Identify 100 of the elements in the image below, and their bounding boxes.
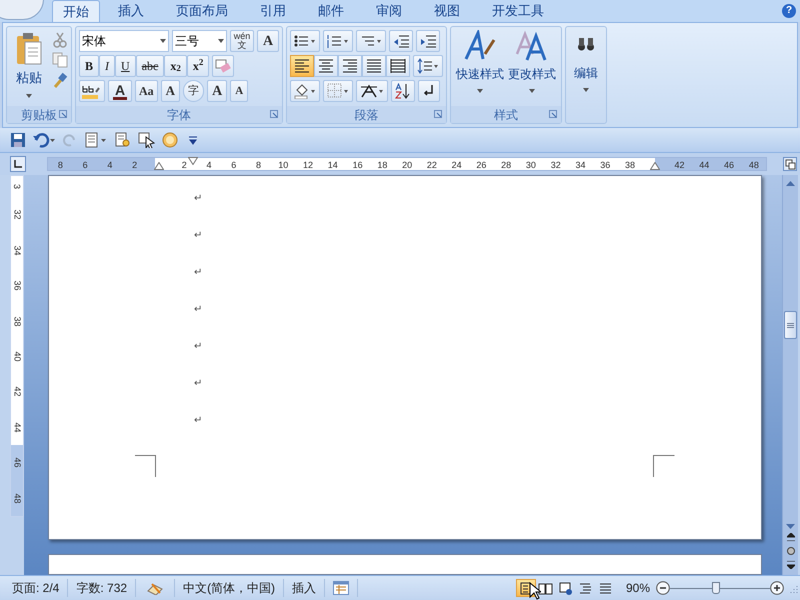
vertical-scrollbar[interactable]: [782, 175, 798, 575]
ruler-number: 6: [231, 159, 236, 170]
shrink-font-button[interactable]: A: [230, 80, 248, 102]
dialog-launcher-icon[interactable]: [270, 110, 278, 118]
macro-icon[interactable]: [333, 581, 350, 595]
ruler-number: 20: [402, 159, 412, 170]
distributed-button[interactable]: [386, 55, 410, 77]
quick-styles-button[interactable]: 快速样式: [454, 30, 506, 106]
ribbon-tab[interactable]: 引用: [246, 0, 300, 22]
disc-icon[interactable]: [162, 132, 178, 148]
shading-button[interactable]: [290, 80, 320, 102]
decrease-indent-button[interactable]: [389, 30, 413, 52]
view-icon: [598, 580, 614, 596]
brush-letter-icon: [463, 30, 497, 62]
slider-thumb[interactable]: [712, 582, 720, 594]
font-size-field[interactable]: 三号: [172, 30, 227, 52]
zoom-slider[interactable]: [670, 581, 770, 595]
view-icon: [578, 580, 594, 596]
ribbon-tab[interactable]: 插入: [104, 0, 158, 22]
italic-button[interactable]: I: [99, 55, 116, 77]
sort-button[interactable]: [391, 80, 415, 102]
dropdown-arrow-icon: [160, 39, 166, 43]
ruler-number: 2: [132, 159, 138, 170]
view-ruler-icon[interactable]: [783, 157, 797, 171]
change-styles-button[interactable]: 更改样式: [506, 30, 558, 106]
decrease-indent-icon: [393, 34, 409, 48]
view-icon: [538, 580, 554, 596]
resize-grip-icon[interactable]: [788, 583, 798, 593]
browse-object-icon[interactable]: [786, 547, 794, 555]
undo-icon[interactable]: [32, 132, 56, 148]
character-shading-button[interactable]: A: [160, 80, 180, 102]
next-page-icon[interactable]: [786, 561, 794, 569]
select-cursor-icon[interactable]: [138, 132, 156, 148]
ruler-number: 8: [58, 159, 63, 170]
highlighter-icon: [82, 83, 102, 99]
numbering-button[interactable]: [323, 30, 353, 52]
scrollbar-thumb[interactable]: [784, 311, 797, 339]
ribbon-tab[interactable]: 审阅: [362, 0, 416, 22]
ruler-number: 10: [278, 159, 288, 170]
ribbon-tab[interactable]: 页面布局: [162, 0, 242, 22]
ribbon-tab[interactable]: 邮件: [304, 0, 358, 22]
first-line-indent-icon[interactable]: [188, 157, 198, 165]
ribbon-tab[interactable]: 视图: [420, 0, 474, 22]
dialog-launcher-icon[interactable]: [59, 110, 67, 118]
ribbon-tab[interactable]: 开发工具: [478, 0, 558, 22]
justify-button[interactable]: [362, 55, 386, 77]
brush-icon[interactable]: [52, 72, 68, 88]
show-marks-button[interactable]: [418, 80, 440, 102]
ruler-number: 12: [303, 159, 314, 170]
font-name-field[interactable]: 宋体: [79, 30, 169, 52]
clear-formatting-button[interactable]: [212, 55, 234, 77]
enclose-characters-button[interactable]: 字: [183, 80, 204, 102]
scroll-up-icon[interactable]: [786, 181, 795, 186]
clipboard-icon: [15, 32, 43, 66]
zoom-level[interactable]: 90%: [626, 579, 650, 597]
increase-indent-icon: [420, 34, 436, 48]
tab-stop-icon: [14, 160, 22, 168]
underline-button[interactable]: U: [115, 55, 136, 77]
align-right-button[interactable]: [338, 55, 362, 77]
zoom-in-icon[interactable]: [770, 581, 784, 595]
superscript-button[interactable]: x$^{2}$: [186, 55, 210, 77]
save-icon[interactable]: [10, 132, 26, 148]
tab-selector[interactable]: [10, 156, 26, 172]
page-count[interactable]: 页面: 2/4: [0, 579, 68, 597]
align-left-button[interactable]: [290, 55, 314, 77]
highlight-button[interactable]: [79, 80, 105, 102]
grow-font-button[interactable]: A: [207, 80, 228, 102]
language-status[interactable]: 中文(简体，中国): [175, 579, 284, 597]
indent-marker-icon[interactable]: [154, 162, 164, 170]
multilevel-list-button[interactable]: [356, 30, 386, 52]
print-preview-icon[interactable]: [114, 132, 132, 148]
scroll-down-icon[interactable]: [786, 524, 795, 529]
change-case-button[interactable]: Aa: [135, 80, 158, 102]
paste-button[interactable]: 粘贴: [10, 30, 48, 106]
document-icon[interactable]: [84, 132, 108, 148]
increase-indent-button[interactable]: [416, 30, 440, 52]
phonetic-guide-button[interactable]: wén 文: [230, 30, 254, 52]
subscript-button[interactable]: x$_{2}$: [164, 55, 187, 77]
customize-toolbar-icon[interactable]: [188, 135, 198, 145]
help-button[interactable]: ?: [782, 4, 796, 18]
previous-page-icon[interactable]: [786, 533, 794, 541]
dialog-launcher-icon[interactable]: [549, 110, 557, 118]
indent-marker-icon[interactable]: [650, 162, 660, 170]
paint-bucket-icon: [294, 83, 316, 99]
ribbon-tab[interactable]: 开始: [52, 0, 100, 22]
bullets-button[interactable]: [290, 30, 320, 52]
line-spacing-button[interactable]: [413, 55, 443, 77]
paragraph-mark: ↵: [194, 304, 202, 315]
character-border-button[interactable]: A: [257, 30, 279, 52]
dialog-launcher-icon[interactable]: [434, 110, 442, 118]
asian-layout-button[interactable]: [356, 80, 388, 102]
strikethrough-button[interactable]: abc: [136, 55, 164, 77]
bold-button[interactable]: B: [79, 55, 100, 77]
font-color-button[interactable]: A: [108, 80, 132, 102]
proofing-icon[interactable]: [146, 581, 164, 595]
center-button[interactable]: [314, 55, 338, 77]
zoom-out-icon[interactable]: [656, 581, 670, 595]
ruler-number: 30: [526, 159, 536, 170]
word-count[interactable]: 字数: 732: [68, 579, 136, 597]
insert-mode[interactable]: 插入: [284, 579, 326, 597]
